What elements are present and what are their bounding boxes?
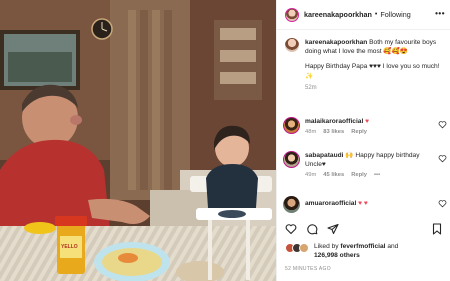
liked-by-prefix: Liked by bbox=[314, 243, 339, 250]
post-photo[interactable]: YELLO bbox=[0, 0, 276, 281]
comment-item: amuaroraofficial ♥ ♥ bbox=[283, 196, 447, 213]
more-options-icon[interactable]: ••• bbox=[435, 9, 445, 18]
caption-avatar[interactable] bbox=[285, 38, 299, 52]
comment-item: malaikaroraofficial ♥ 48m 83 likes Reply bbox=[283, 117, 447, 137]
likes-count[interactable]: 126,998 others bbox=[314, 252, 360, 259]
comment-avatar[interactable] bbox=[283, 117, 300, 134]
post-caption: kareenakapoorkhan Both my favourite boys… bbox=[285, 38, 445, 93]
comment-text: ♥ ♥ bbox=[358, 200, 368, 207]
comment-avatar[interactable] bbox=[283, 151, 300, 168]
caption-text-2: Happy Birthday Papa ♥♥♥ I love you so mu… bbox=[305, 63, 440, 80]
author-username[interactable]: kareenakapoorkhan bbox=[304, 10, 372, 19]
comment-body: sabapataudi 🙌 Happy happy birthday Uncle… bbox=[305, 151, 433, 180]
heart-outline-icon[interactable] bbox=[438, 120, 447, 129]
comment-time: 49m bbox=[305, 172, 317, 178]
share-icon[interactable] bbox=[327, 223, 339, 235]
comment-text: ♥ bbox=[365, 118, 370, 125]
action-bar bbox=[285, 223, 445, 235]
post-sidebar: kareenakapoorkhan • Following ••• kareen… bbox=[276, 0, 450, 281]
caption-body: kareenakapoorkhan Both my favourite boys… bbox=[305, 38, 443, 93]
liked-avatars bbox=[285, 243, 311, 253]
jar-label: YELLO bbox=[61, 244, 78, 250]
like-heart-icon[interactable] bbox=[285, 223, 297, 235]
comment-avatar[interactable] bbox=[283, 196, 300, 213]
reply-button[interactable]: Reply bbox=[351, 128, 367, 137]
heart-outline-icon[interactable] bbox=[438, 199, 447, 208]
reply-button[interactable]: Reply bbox=[351, 171, 367, 180]
comment-username[interactable]: malaikaroraofficial bbox=[305, 118, 363, 125]
liked-by-and: and bbox=[387, 243, 399, 250]
post-timestamp[interactable]: 52 MINUTES AGO bbox=[285, 266, 331, 272]
comment-likes[interactable]: 83 likes bbox=[323, 128, 344, 137]
comment-username[interactable]: sabapataudi bbox=[305, 152, 343, 159]
comment-icon[interactable] bbox=[306, 223, 318, 235]
caption-line-1: kareenakapoorkhan Both my favourite boys… bbox=[305, 38, 443, 56]
caption-time: 52m bbox=[305, 84, 317, 91]
comment-body: amuaroraofficial ♥ ♥ bbox=[305, 199, 433, 213]
post-image bbox=[0, 0, 276, 281]
comment-time: 48m bbox=[305, 129, 317, 135]
liked-by-user[interactable]: feverfmofficial bbox=[340, 243, 385, 250]
liked-by: Liked by feverfmofficial and 126,998 oth… bbox=[285, 243, 447, 260]
comment-more-icon[interactable]: ••• bbox=[374, 171, 380, 180]
following-button[interactable]: Following bbox=[380, 10, 410, 19]
comment-username[interactable]: amuaroraofficial bbox=[305, 200, 356, 207]
liker-avatar[interactable] bbox=[299, 243, 309, 253]
comment-item: sabapataudi 🙌 Happy happy birthday Uncle… bbox=[283, 151, 447, 180]
comment-meta: 48m 83 likes Reply bbox=[305, 128, 433, 137]
header-separator: • bbox=[374, 11, 378, 18]
comment-meta: 49m 45 likes Reply ••• bbox=[305, 171, 433, 180]
heart-outline-icon[interactable] bbox=[438, 154, 447, 163]
comment-body: malaikaroraofficial ♥ 48m 83 likes Reply bbox=[305, 117, 433, 137]
author-avatar[interactable] bbox=[285, 7, 299, 22]
comment-likes[interactable]: 45 likes bbox=[323, 171, 344, 180]
caption-username[interactable]: kareenakapoorkhan bbox=[305, 39, 367, 46]
save-bookmark-icon[interactable] bbox=[431, 223, 443, 235]
liked-by-text: Liked by feverfmofficial and 126,998 oth… bbox=[314, 243, 398, 260]
post-header: kareenakapoorkhan • Following ••• bbox=[277, 0, 450, 30]
